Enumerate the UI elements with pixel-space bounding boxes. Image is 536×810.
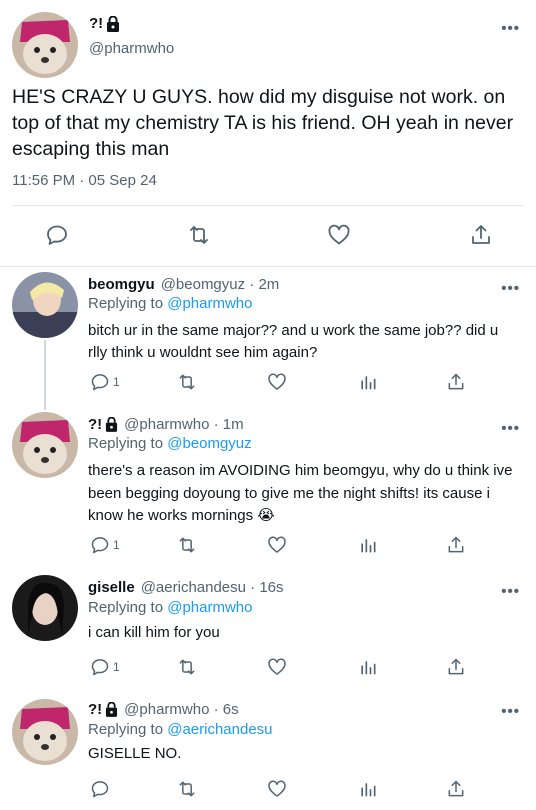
reply-text: there's a reason im AVOIDING him beomgyu… [88,462,513,524]
avatar[interactable] [12,12,78,78]
reply-actions: 1 [88,655,468,679]
avatar[interactable] [12,412,78,478]
mention-link[interactable]: @aerichandesu [167,721,272,738]
reply-actions: 1 [88,370,468,394]
retweet-icon[interactable] [176,655,198,679]
more-icon[interactable]: ••• [501,420,520,437]
avatar[interactable] [12,699,78,765]
more-icon[interactable]: ••• [501,583,520,600]
like-icon[interactable] [267,533,287,557]
reply-tweet: beomgyu @beomgyuz · 2m ••• Replying to @… [0,268,536,408]
reply-header: ?! @pharmwho · 1m [88,416,244,433]
reply-tweet: giselle @aerichandesu · 16s ••• Replying… [0,571,536,691]
handle-time[interactable]: @aerichandesu · 16s [141,579,284,596]
reply-icon [90,657,110,677]
analytics-icon[interactable] [358,370,378,394]
divider [12,205,524,206]
reply-icon[interactable] [44,222,70,248]
reply-actions: 1 [88,533,468,557]
display-name[interactable]: ?! [88,416,102,433]
like-icon[interactable] [267,777,287,801]
reply-text: GISELLE NO. [88,745,182,762]
lock-icon [106,15,120,32]
avatar[interactable] [12,575,78,641]
replying-to: Replying to @pharmwho [88,599,252,616]
retweet-icon[interactable] [176,777,198,801]
mention-link[interactable]: @pharmwho [167,599,252,616]
analytics-icon[interactable] [358,533,378,557]
share-icon[interactable] [446,655,466,679]
like-icon[interactable] [326,222,352,248]
reply-icon[interactable] [90,777,110,801]
display-name: ?! [89,15,104,32]
lock-icon [105,702,118,717]
reply-icon [90,372,110,392]
share-icon[interactable] [446,533,466,557]
reply-button[interactable]: 1 [90,533,120,557]
author-handle[interactable]: @pharmwho [89,40,174,57]
replying-prefix: Replying to [88,295,168,312]
more-icon[interactable]: ••• [501,280,520,297]
reply-header: beomgyu @beomgyuz · 2m [88,276,279,293]
tweet-timestamp[interactable]: 11:56 PM · 05 Sep 24 [12,172,157,189]
reply-actions [88,777,468,801]
handle-time[interactable]: @beomgyuz · 2m [161,276,280,293]
tweet-actions [0,212,536,258]
author-name[interactable]: ?! [89,15,120,32]
reply-tweet: ?! @pharmwho · 6s ••• Replying to @aeric… [0,695,536,810]
replying-prefix: Replying to [88,435,168,452]
retweet-icon[interactable] [176,533,198,557]
share-icon[interactable] [446,370,466,394]
reply-tweet: ?! @pharmwho · 1m ••• Replying to @beomg… [0,408,536,568]
main-tweet: ?! @pharmwho ••• HE'S CRAZY U GUYS. how … [0,0,536,268]
reply-icon [90,535,110,555]
reply-text: i can kill him for you [88,624,220,641]
tweet-text: HE'S CRAZY U GUYS. how did my disguise n… [12,86,514,160]
reply-count: 1 [113,660,120,674]
share-icon[interactable] [446,777,466,801]
mention-link[interactable]: @pharmwho [167,295,252,312]
analytics-icon[interactable] [358,655,378,679]
lock-icon [105,417,118,432]
reply-count: 1 [113,375,120,389]
like-icon[interactable] [267,655,287,679]
analytics-icon[interactable] [358,777,378,801]
reply-header: giselle @aerichandesu · 16s [88,579,284,596]
reply-text: bitch ur in the same major?? and u work … [88,322,499,361]
display-name[interactable]: giselle [88,579,135,596]
avatar[interactable] [12,272,78,338]
handle-time[interactable]: @pharmwho · 6s [124,701,238,718]
replying-prefix: Replying to [88,599,168,616]
handle-time[interactable]: @pharmwho · 1m [124,416,243,433]
reply-button[interactable]: 1 [90,655,120,679]
replying-to: Replying to @aerichandesu [88,721,273,738]
reply-count: 1 [113,538,120,552]
more-icon[interactable]: ••• [501,20,520,37]
reply-header: ?! @pharmwho · 6s [88,701,239,718]
divider [0,266,536,267]
replying-to: Replying to @beomgyuz [88,435,252,452]
display-name[interactable]: ?! [88,701,102,718]
mention-link[interactable]: @beomgyuz [167,435,251,452]
replying-prefix: Replying to [88,721,168,738]
reply-button[interactable]: 1 [90,370,120,394]
more-icon[interactable]: ••• [501,703,520,720]
like-icon[interactable] [267,370,287,394]
display-name[interactable]: beomgyu [88,276,155,293]
retweet-icon[interactable] [176,370,198,394]
replying-to: Replying to @pharmwho [88,295,252,312]
share-icon[interactable] [468,222,494,248]
retweet-icon[interactable] [186,222,212,248]
